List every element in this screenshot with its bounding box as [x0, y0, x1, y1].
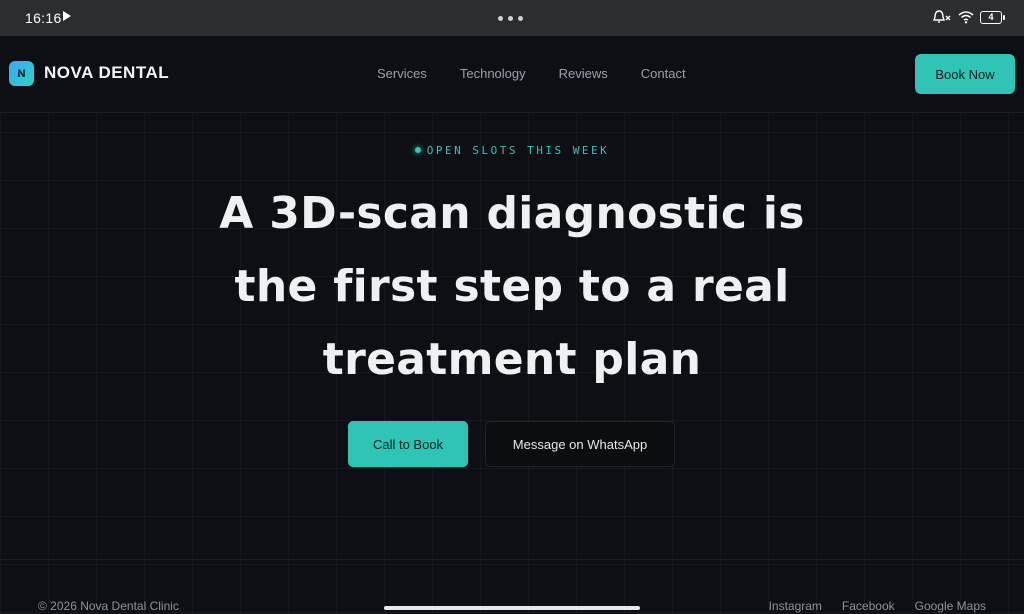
nav-links: Services Technology Reviews Contact [377, 66, 686, 81]
battery-icon: 4 [980, 10, 1005, 24]
hero-heading: A 3D-scan diagnostic is the first step t… [219, 188, 805, 385]
eyebrow-text: OPEN SLOTS THIS WEEK [426, 144, 610, 157]
media-playing-icon [63, 11, 71, 21]
footer-link-facebook[interactable]: Facebook [842, 599, 895, 613]
footer-link-google-maps[interactable]: Google Maps [915, 599, 986, 613]
top-navigation: N NOVA DENTAL Services Technology Review… [0, 36, 1024, 113]
nav-link-reviews[interactable]: Reviews [559, 66, 608, 81]
footer-divider [0, 559, 1024, 560]
status-icons: 4 [932, 9, 1005, 25]
nav-link-contact[interactable]: Contact [641, 66, 686, 81]
footer-links: Instagram Facebook Google Maps [769, 599, 986, 613]
availability-eyebrow: OPEN SLOTS THIS WEEK [0, 144, 1024, 157]
call-to-book-button[interactable]: Call to Book [348, 421, 468, 467]
wifi-icon [958, 11, 974, 24]
home-indicator[interactable] [384, 606, 640, 610]
whatsapp-message-button[interactable]: Message on WhatsApp [485, 421, 675, 467]
footer-copyright: © 2026 Nova Dental Clinic [38, 599, 179, 613]
status-dot-icon [414, 147, 421, 153]
nav-link-services[interactable]: Services [377, 66, 427, 81]
logo-icon[interactable]: N [9, 61, 34, 86]
footer-link-instagram[interactable]: Instagram [769, 599, 822, 613]
landing-page: N NOVA DENTAL Services Technology Review… [0, 36, 1024, 614]
brand-name[interactable]: NOVA DENTAL [44, 63, 169, 83]
more-dots-icon[interactable] [498, 16, 523, 21]
system-status-bar: 16:16 4 [0, 0, 1024, 36]
nav-link-technology[interactable]: Technology [460, 66, 526, 81]
status-time: 16:16 [25, 10, 62, 26]
book-now-button[interactable]: Book Now [915, 54, 1015, 94]
bell-muted-icon [933, 10, 951, 23]
